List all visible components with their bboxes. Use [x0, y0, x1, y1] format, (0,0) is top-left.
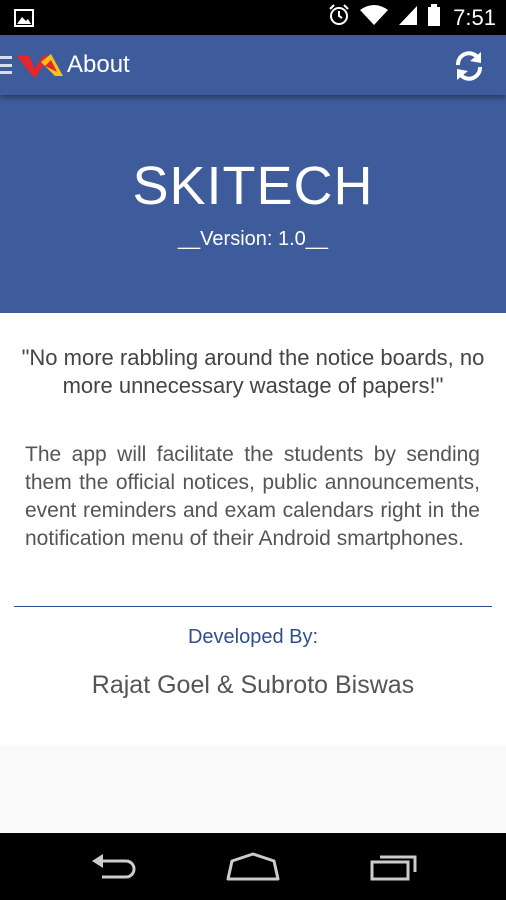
divider [14, 606, 492, 607]
picture-notification-icon [14, 9, 34, 32]
back-icon [92, 854, 136, 879]
back-button[interactable] [83, 849, 143, 885]
developer-names: Rajat Goel & Subroto Biswas [91, 671, 415, 699]
home-button[interactable] [223, 849, 283, 885]
app-description: The app will facilitate the students by … [25, 443, 480, 550]
system-nav-bar [0, 833, 506, 900]
page-title: About [67, 51, 130, 78]
app-header-banner: SKITECH __Version: 1.0__ [0, 95, 506, 313]
refresh-button[interactable] [452, 49, 486, 83]
drawer-icon[interactable] [0, 56, 12, 74]
home-icon [226, 852, 280, 881]
signal-icon [397, 3, 419, 32]
app-version: __Version: 1.0__ [177, 228, 329, 250]
alarm-icon [327, 3, 351, 32]
recent-apps-button[interactable] [364, 849, 424, 885]
app-name: SKITECH [132, 156, 374, 216]
battery-icon [427, 3, 441, 32]
status-bar: 7:51 [0, 0, 506, 35]
recent-apps-icon [370, 855, 417, 881]
developed-by-label: Developed By: [187, 626, 319, 648]
footer-area [0, 745, 506, 833]
tagline-quote: "No more rabbling around the notice boar… [21, 345, 485, 398]
up-navigation[interactable]: About [0, 35, 130, 95]
action-bar: About [0, 35, 506, 95]
wifi-icon [359, 3, 389, 32]
refresh-icon [456, 51, 482, 81]
clock: 7:51 [453, 4, 496, 30]
app-logo-icon [17, 54, 63, 78]
